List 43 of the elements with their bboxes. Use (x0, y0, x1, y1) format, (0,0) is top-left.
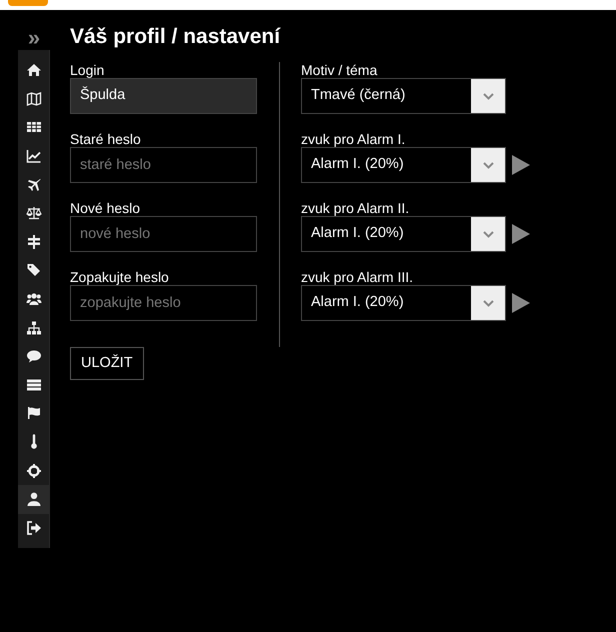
input-field[interactable]: nové heslo (70, 216, 257, 252)
flag-icon (26, 405, 42, 422)
field-label: Zopakujte heslo (70, 269, 169, 285)
signpost-icon (26, 234, 42, 250)
users-icon (26, 291, 42, 308)
field-label: Nové heslo (70, 200, 140, 216)
dropdown-field[interactable]: Tmavé (černá) (301, 78, 506, 114)
dropdown-field[interactable]: Alarm I. (20%) (301, 216, 506, 252)
plane-icon (26, 176, 42, 193)
page-title: Váš profil / nastavení (70, 24, 282, 50)
server-icon (26, 376, 42, 393)
field-label: zvuk pro Alarm II. (301, 200, 410, 216)
field-label: zvuk pro Alarm I. (301, 131, 406, 147)
sidebar-item[interactable] (18, 484, 50, 514)
logout-icon (26, 520, 42, 536)
chevron-icon (482, 92, 494, 100)
play-icon[interactable] (512, 293, 530, 313)
user-icon (26, 491, 42, 508)
crosshair-icon (26, 462, 42, 479)
input-field[interactable]: zopakujte heslo (70, 285, 257, 321)
chevron-icon (482, 230, 494, 238)
home-icon (26, 62, 42, 78)
dropdown-field[interactable]: Alarm I. (20%) (301, 147, 506, 183)
logo-icon (8, 0, 48, 6)
sitemap-icon (26, 320, 42, 336)
play-icon[interactable] (512, 224, 530, 244)
scales-icon (26, 205, 42, 222)
map-icon (26, 90, 42, 107)
expand-button[interactable]: » (18, 26, 50, 50)
play-icon[interactable] (512, 155, 530, 175)
dropdown-field[interactable]: Alarm I. (20%) (301, 285, 506, 321)
field-label: Login (70, 62, 104, 78)
save-button[interactable]: ULOŽIT (70, 347, 144, 380)
chart-icon (26, 148, 42, 164)
input-field[interactable]: staré heslo (70, 147, 257, 183)
input-field[interactable]: Špulda (70, 78, 257, 114)
field-label: Staré heslo (70, 131, 141, 147)
chevron-icon (482, 300, 494, 306)
field-label: zvuk pro Alarm III. (301, 269, 414, 285)
field-label: Motiv / téma (301, 62, 378, 78)
chevron-icon (482, 162, 494, 168)
tags-icon (26, 262, 42, 278)
comment-icon (26, 348, 42, 364)
